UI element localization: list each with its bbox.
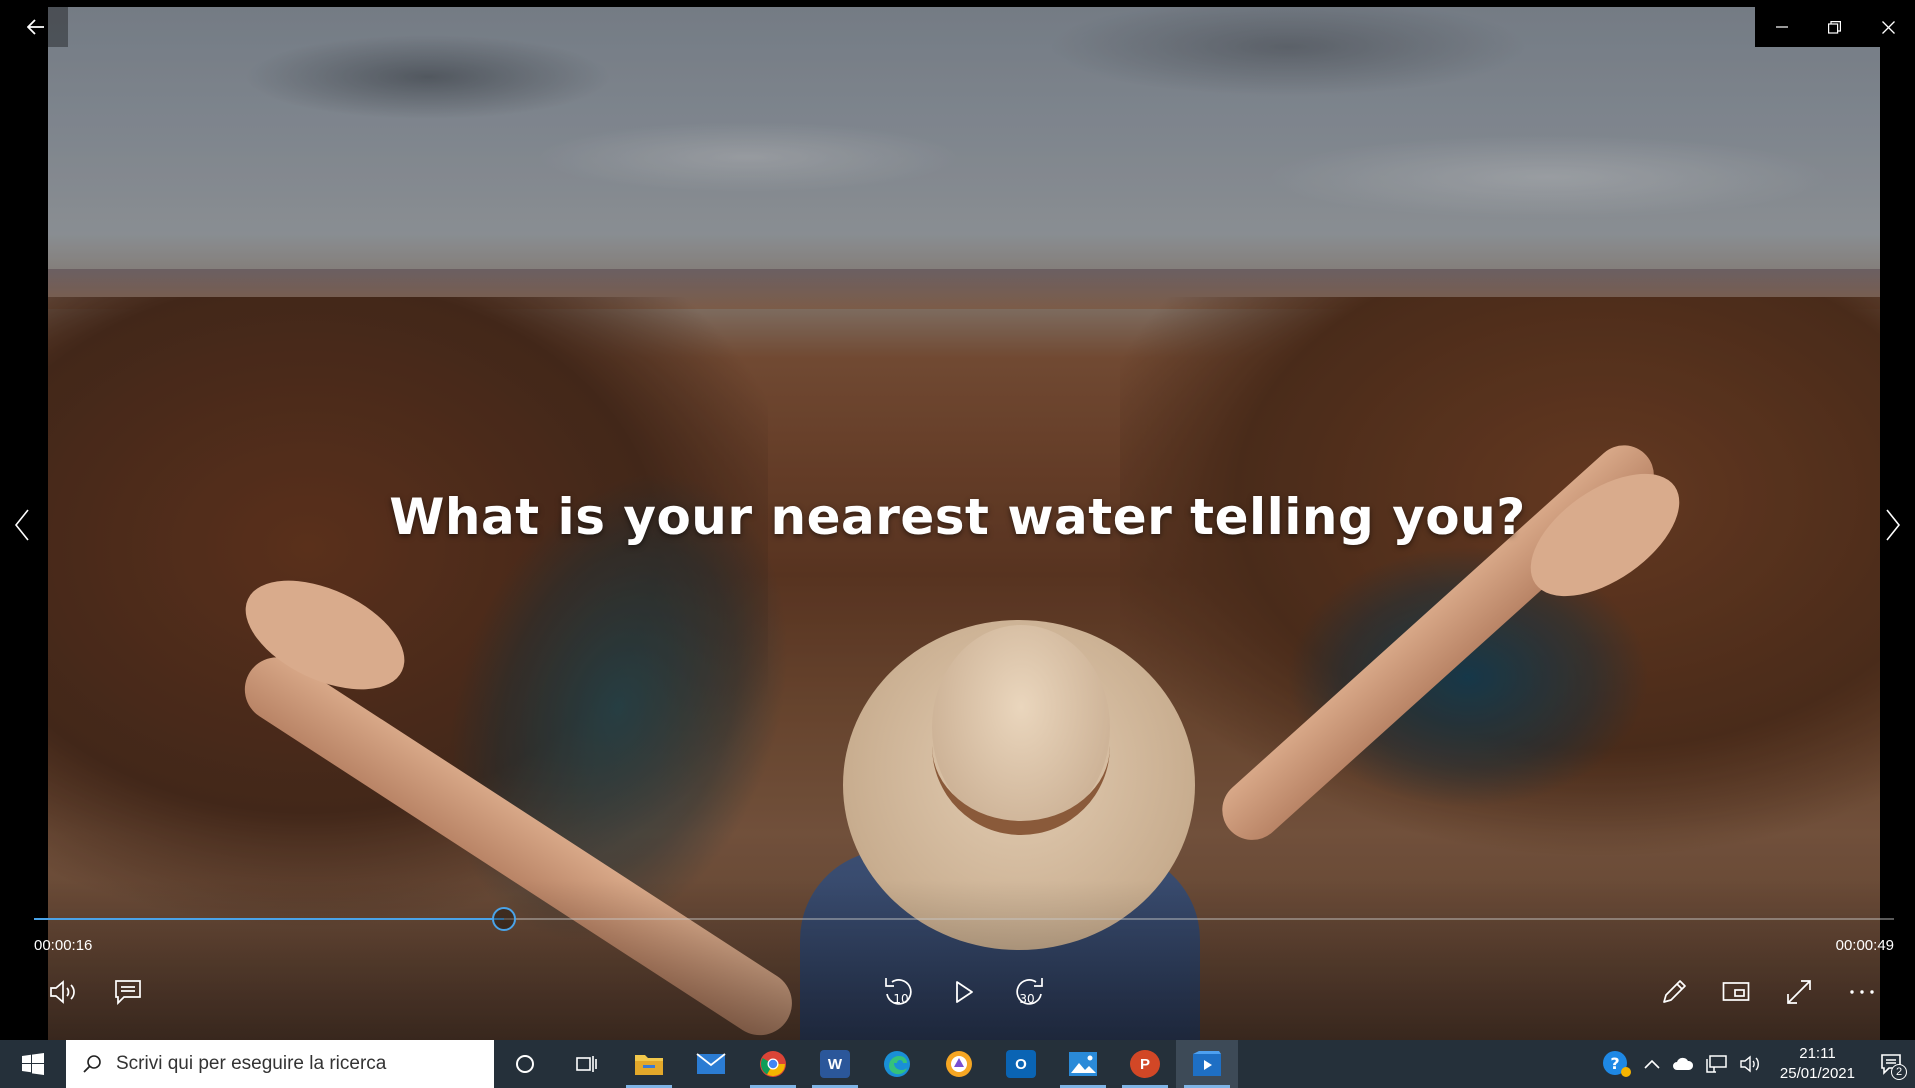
edge-icon <box>884 1051 910 1077</box>
folder-icon <box>635 1055 663 1075</box>
close-button[interactable] <box>1862 7 1915 47</box>
taskbar-app-chrome[interactable] <box>742 1040 804 1088</box>
taskbar-search[interactable] <box>66 1040 494 1088</box>
skip-back-label: 10 <box>893 992 908 1006</box>
search-input[interactable] <box>116 1053 476 1075</box>
fullscreen-button[interactable] <box>1777 970 1821 1014</box>
skip-back-button[interactable]: 10 <box>878 970 922 1014</box>
show-hidden-icons-button[interactable] <box>1638 1040 1666 1088</box>
more-button[interactable] <box>1840 970 1884 1014</box>
outlook-icon: O <box>1006 1050 1036 1078</box>
taskbar-app-movies-tv[interactable] <box>1176 1040 1238 1088</box>
mini-view-button[interactable] <box>1714 970 1758 1014</box>
current-time: 00:00:16 <box>34 937 93 954</box>
forward-30-icon: 30 <box>1016 978 1043 1006</box>
expand-icon <box>1787 980 1811 1004</box>
taskbar-app-outlook[interactable]: O <box>990 1040 1052 1088</box>
screen: What is your nearest water telling you? <box>0 0 1915 1088</box>
chevron-up-icon <box>1644 1059 1660 1069</box>
video-player-icon <box>1193 1051 1221 1076</box>
speaker-icon <box>1740 1055 1759 1073</box>
seek-bar[interactable] <box>34 907 1894 931</box>
cloud-icon <box>1672 1057 1693 1070</box>
seek-bar-thumb[interactable] <box>491 907 516 931</box>
minimize-icon <box>1775 26 1788 28</box>
volume-tray-button[interactable] <box>1734 1040 1768 1088</box>
photos-icon <box>1069 1052 1097 1076</box>
task-view-button[interactable] <box>556 1040 618 1088</box>
chevron-left-icon <box>14 509 29 541</box>
restore-button[interactable] <box>1808 7 1861 47</box>
taskbar-app-mail[interactable] <box>680 1040 742 1088</box>
cortana-circle-icon <box>516 1055 534 1073</box>
onedrive-tray-button[interactable] <box>1666 1040 1700 1088</box>
chevron-right-icon <box>1886 509 1901 541</box>
skip-forward-button[interactable]: 30 <box>1006 970 1050 1014</box>
windows-logo-icon <box>22 1053 44 1075</box>
movies-tv-window: What is your nearest water telling you? <box>0 0 1915 1070</box>
clock-date: 25/01/2021 <box>1779 1065 1855 1082</box>
action-center-button[interactable]: 2 <box>1867 1040 1915 1088</box>
next-item-button[interactable] <box>1873 500 1913 550</box>
taskbar-app-photos[interactable] <box>1052 1040 1114 1088</box>
play-icon <box>956 981 973 1003</box>
start-button[interactable] <box>0 1040 66 1088</box>
total-time: 00:00:49 <box>1835 937 1894 954</box>
taskbar: W O P ? <box>0 1040 1915 1088</box>
mail-icon <box>696 1053 726 1074</box>
clock-time: 21:11 <box>1799 1045 1836 1062</box>
arrow-left-icon <box>27 19 44 35</box>
volume-button[interactable] <box>42 970 86 1014</box>
taskbar-app-browser[interactable] <box>928 1040 990 1088</box>
powerpoint-icon: P <box>1130 1050 1160 1078</box>
pencil-icon <box>1663 980 1686 1003</box>
minimize-button[interactable] <box>1755 7 1808 47</box>
search-icon <box>83 1055 101 1073</box>
rewind-10-icon: 10 <box>885 978 912 1006</box>
browser-icon <box>946 1051 972 1077</box>
subtitles-button[interactable] <box>106 970 150 1014</box>
network-tray-button[interactable] <box>1700 1040 1734 1088</box>
more-icon <box>1850 990 1874 994</box>
window-controls <box>1755 7 1915 47</box>
mini-view-icon <box>1722 982 1750 1001</box>
help-tray-button[interactable]: ? <box>1596 1040 1638 1088</box>
taskbar-app-edge[interactable] <box>866 1040 928 1088</box>
system-tray: ? 21:11 25/01/2021 2 <box>1596 1040 1915 1088</box>
play-button[interactable] <box>942 970 986 1014</box>
svg-text:?: ? <box>1610 1054 1619 1073</box>
notification-count-badge: 2 <box>1891 1064 1907 1080</box>
edit-button[interactable] <box>1652 970 1696 1014</box>
video-caption: What is your nearest water telling you? <box>389 488 1526 546</box>
restore-icon <box>1828 20 1842 34</box>
captions-icon <box>115 980 141 1005</box>
chrome-icon <box>760 1051 786 1077</box>
back-button[interactable] <box>4 7 68 47</box>
help-icon: ? <box>1602 1051 1631 1077</box>
taskbar-app-file-explorer[interactable] <box>618 1040 680 1088</box>
cortana-button[interactable] <box>494 1040 556 1088</box>
word-icon: W <box>820 1050 850 1078</box>
taskbar-app-powerpoint[interactable]: P <box>1114 1040 1176 1088</box>
controls-shade <box>48 880 1880 1040</box>
network-icon <box>1706 1055 1727 1073</box>
seek-bar-fill <box>34 918 504 920</box>
taskbar-clock[interactable]: 21:11 25/01/2021 <box>1768 1044 1867 1084</box>
task-view-icon <box>576 1056 597 1072</box>
taskbar-app-word[interactable]: W <box>804 1040 866 1088</box>
speaker-icon <box>50 980 75 1004</box>
previous-item-button[interactable] <box>2 500 42 550</box>
skip-forward-label: 30 <box>1019 992 1034 1006</box>
close-icon <box>1881 20 1895 34</box>
